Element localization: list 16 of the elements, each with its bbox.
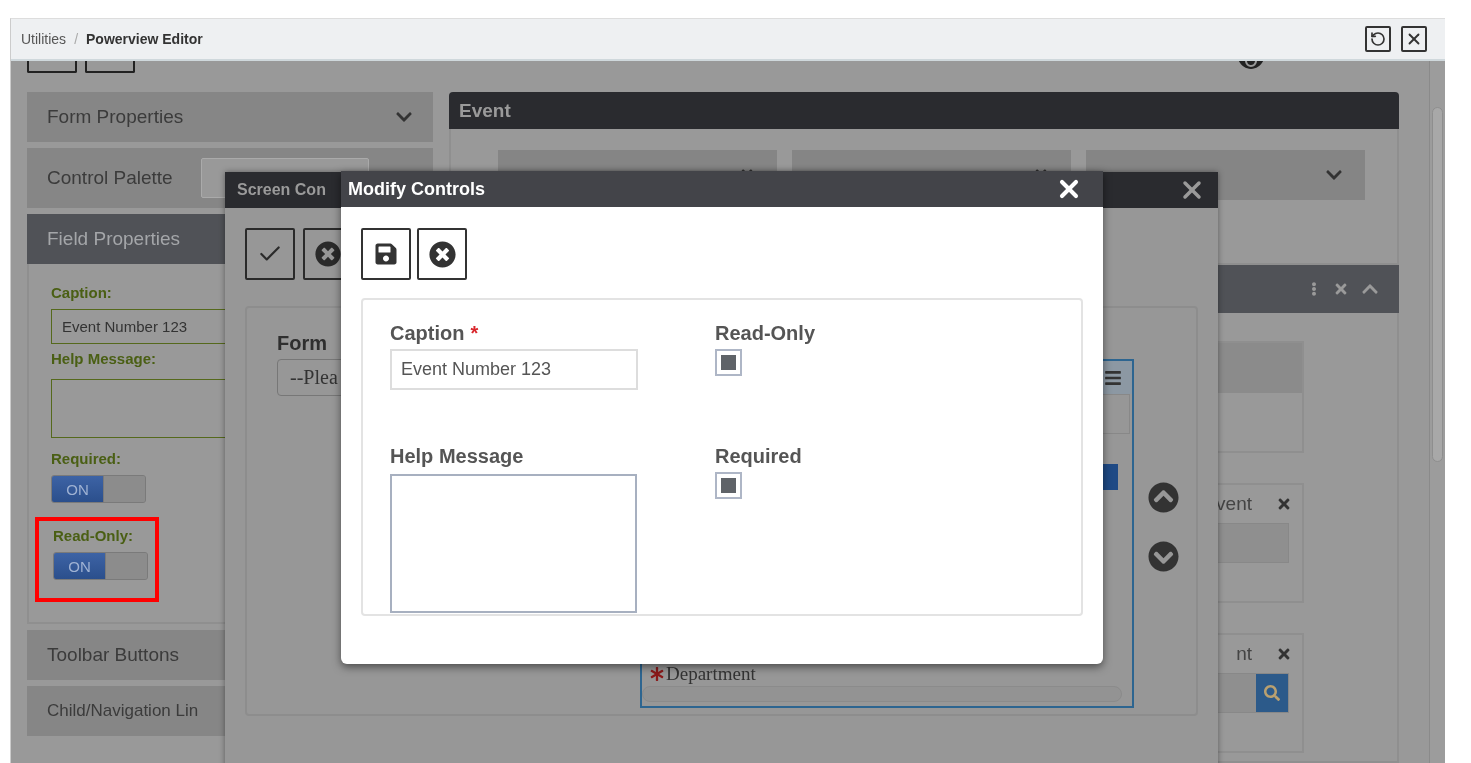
field-label: Help Message xyxy=(390,445,524,468)
field-label: Read-Only: xyxy=(53,527,134,544)
field-label: Caption: xyxy=(51,284,113,301)
required-mark: * xyxy=(470,322,479,345)
field-label: Form xyxy=(277,332,327,355)
dialog-header: Modify Controls xyxy=(341,171,1103,207)
field-label: Required: xyxy=(51,450,122,467)
field-label: Read-Only xyxy=(715,322,816,345)
field-label: vent xyxy=(1216,493,1252,515)
breadcrumb-separator: / xyxy=(74,31,78,47)
list-item-label: Department xyxy=(666,663,756,685)
field-label: Caption xyxy=(390,322,465,345)
field-label: nt xyxy=(1236,643,1252,665)
field-label: Required xyxy=(715,445,802,468)
field-label: Help Message: xyxy=(51,349,158,367)
panel-header: Event xyxy=(449,92,1399,129)
